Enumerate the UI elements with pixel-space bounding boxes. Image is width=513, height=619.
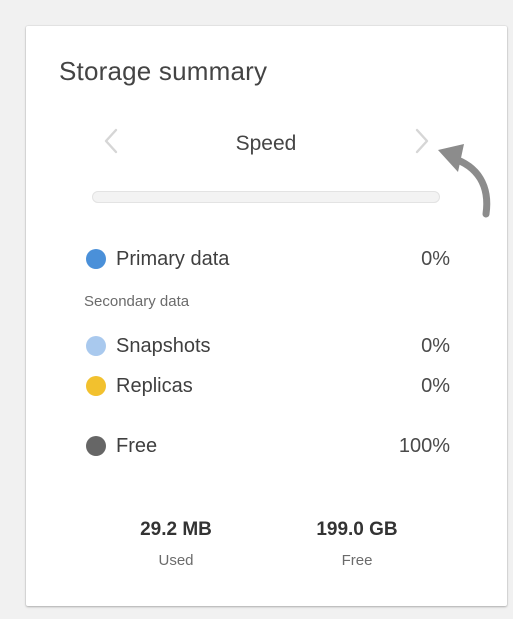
annotation-arrow-icon (438, 144, 491, 218)
replicas-dot-icon (86, 376, 106, 396)
legend-label: Free (116, 434, 158, 457)
used-stat-value: 29.2 MB (140, 519, 212, 540)
primary-data-dot-icon (86, 249, 106, 269)
storage-summary-card: Storage summary Speed Primary data 0% Se… (26, 26, 507, 606)
snapshots-dot-icon (86, 336, 106, 356)
legend-row-free: Free 100% (86, 431, 450, 461)
carousel-label: Speed (235, 132, 297, 155)
used-stat: 29.2 MB Used (96, 519, 256, 569)
legend-row-snapshots: Snapshots 0% (86, 331, 450, 361)
legend-value: 100% (398, 434, 450, 457)
free-stat: 199.0 GB Free (277, 519, 437, 569)
carousel-next-button[interactable] (409, 124, 435, 158)
free-stat-label: Free (341, 552, 373, 569)
storage-usage-bar (92, 191, 440, 203)
legend-row-primary-data: Primary data 0% (86, 244, 450, 274)
chevron-left-icon (104, 128, 118, 154)
carousel-prev-button[interactable] (98, 124, 124, 158)
free-stat-value: 199.0 GB (316, 519, 398, 540)
secondary-data-label: Secondary data (84, 293, 190, 310)
legend-label: Snapshots (116, 334, 211, 357)
card-title: Storage summary (59, 56, 268, 86)
legend-label: Replicas (116, 374, 193, 397)
legend-value: 0% (421, 247, 450, 270)
legend-value: 0% (421, 334, 450, 357)
used-stat-label: Used (158, 552, 194, 569)
legend-value: 0% (421, 374, 450, 397)
free-dot-icon (86, 436, 106, 456)
legend-row-replicas: Replicas 0% (86, 371, 450, 401)
chevron-right-icon (415, 128, 429, 154)
legend-label: Primary data (116, 247, 230, 270)
